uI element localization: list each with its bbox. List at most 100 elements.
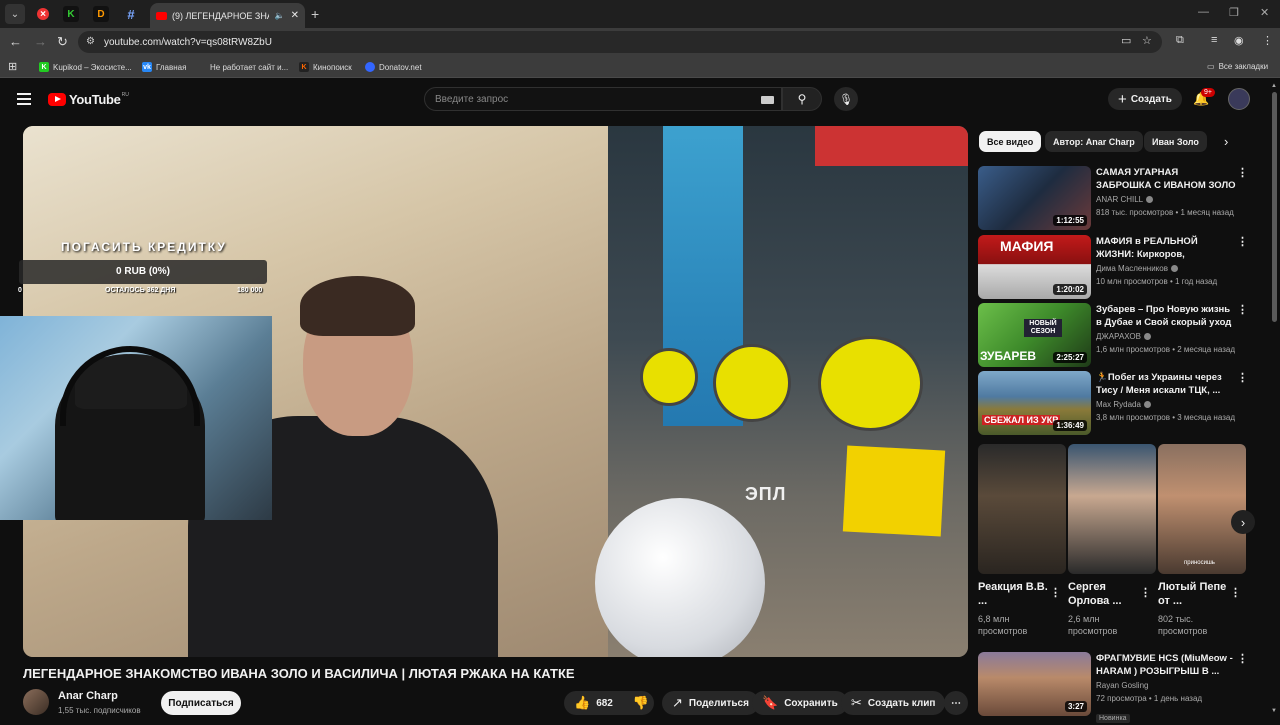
- voice-search-button[interactable]: 🎙: [834, 87, 858, 111]
- recommended-video[interactable]: НОВЫЙ СЕЗОН ЗУБАРЕВ 2:25:27 Зубарев – Пр…: [978, 303, 1268, 369]
- video-frame-yellow-poster: [842, 445, 946, 537]
- verified-icon: [1143, 333, 1151, 341]
- more-options-icon[interactable]: ⋮: [1237, 303, 1248, 316]
- minimize-icon[interactable]: —: [1198, 6, 1209, 18]
- recommended-video[interactable]: 3:27 ФРАГМУВИЕ HCS (MiuMeow - HARAM ) РО…: [978, 652, 1268, 723]
- keyboard-icon[interactable]: [761, 96, 774, 104]
- search-icon: ⚲: [797, 92, 807, 106]
- thumbnail-badge: НОВЫЙ СЕЗОН: [1024, 319, 1062, 337]
- share-button[interactable]: ↗ Поделиться: [662, 691, 759, 715]
- short-title[interactable]: Реакция В.В. ...: [978, 580, 1048, 608]
- bookmark-not-working[interactable]: Не работает сайт и...: [196, 62, 288, 72]
- page-scrollbar[interactable]: [1272, 92, 1277, 322]
- forward-icon[interactable]: →: [34, 34, 47, 49]
- like-icon[interactable]: 👍: [574, 695, 590, 711]
- donation-progress-text: 0 RUB (0%): [116, 266, 170, 277]
- like-count[interactable]: 682: [596, 698, 613, 709]
- progress-remaining-label: ОСТАЛОСЬ 362 ДНЯ: [105, 287, 176, 294]
- new-tab-button[interactable]: +: [311, 6, 319, 22]
- rec-meta: 1,6 млн просмотров • 2 месяца назад: [1096, 345, 1235, 354]
- site-info-icon[interactable]: ⚙: [86, 36, 95, 47]
- all-bookmarks[interactable]: ▭ Все закладки: [1207, 62, 1268, 71]
- account-avatar[interactable]: [1228, 88, 1250, 110]
- scroll-up-arrow[interactable]: ▲: [1271, 83, 1277, 89]
- clip-button[interactable]: ✂ Создать клип: [841, 691, 946, 715]
- more-options-icon[interactable]: ⋮: [1237, 235, 1248, 248]
- apps-icon[interactable]: ⊞: [8, 60, 17, 73]
- more-actions-button[interactable]: ⋯: [944, 691, 968, 715]
- more-options-icon[interactable]: ⋮: [1237, 652, 1248, 665]
- plus-icon: +: [1118, 90, 1127, 108]
- recommended-video[interactable]: МАФИЯ 1:20:02 МАФИЯ в РЕАЛЬНОЙ ЖИЗНИ: Ки…: [978, 235, 1268, 301]
- menu-icon[interactable]: [17, 93, 31, 105]
- youtube-logo[interactable]: YouTube RU: [48, 92, 129, 107]
- youtube-favicon-icon: [156, 11, 167, 20]
- short-title[interactable]: Сергея Орлова ...: [1068, 580, 1138, 608]
- restore-icon[interactable]: ❐: [1229, 6, 1239, 19]
- close-tab-icon[interactable]: ✕: [291, 10, 299, 21]
- subscribe-button[interactable]: Подписаться: [161, 691, 241, 715]
- bookmark-kupikod[interactable]: K Kupikod – Экосисте...: [39, 62, 132, 72]
- bookmark-donatov[interactable]: Donatov.net: [365, 62, 422, 72]
- chip-ivan-zolo[interactable]: Иван Золо: [1144, 131, 1207, 152]
- short-thumbnail[interactable]: [1068, 444, 1156, 574]
- back-icon[interactable]: ←: [9, 34, 22, 49]
- search-input[interactable]: Введите запрос: [424, 87, 782, 111]
- recommended-video[interactable]: 1:12:55 САМАЯ УГАРНАЯ ЗАБРОШКА С ИВАНОМ …: [978, 166, 1268, 232]
- rec-channel: Дима Масленников: [1096, 264, 1178, 273]
- media-icon[interactable]: ≡: [1211, 34, 1217, 46]
- headphones-icon: [60, 346, 200, 426]
- chips-next-icon[interactable]: ›: [1224, 134, 1228, 149]
- rec-title: САМАЯ УГАРНАЯ ЗАБРОШКА С ИВАНОМ ЗОЛО | Б…: [1096, 167, 1236, 191]
- verified-icon: [1143, 401, 1151, 409]
- bookmark-star-icon[interactable]: ☆: [1142, 34, 1152, 47]
- stream-overlay-title: ПОГАСИТЬ КРЕДИТКУ: [61, 240, 227, 254]
- video-thumbnail: НОВЫЙ СЕЗОН ЗУБАРЕВ 2:25:27: [978, 303, 1091, 367]
- bookmark-kinopoisk[interactable]: K Кинопоиск: [299, 62, 352, 72]
- bookmark-vk[interactable]: vk Главная: [142, 62, 186, 72]
- progress-min-label: 0: [18, 287, 22, 294]
- more-options-icon[interactable]: ⋮: [1230, 586, 1241, 599]
- pinned-tab-kupikod[interactable]: K: [63, 6, 79, 22]
- extensions-icon[interactable]: ⧉: [1176, 34, 1184, 47]
- active-tab[interactable]: (9) ЛЕГЕНДАРНОЕ ЗНАКОМ 🔈 ✕: [150, 3, 305, 28]
- bookmarks-bar: ⊞ K Kupikod – Экосисте... vk Главная Не ра…: [0, 56, 1280, 78]
- thumbnail-text: СБЕЖАЛ ИЗ УКР: [982, 415, 1061, 425]
- speaker-icon[interactable]: 🔈: [275, 11, 285, 20]
- more-options-icon[interactable]: ⋮: [1050, 586, 1061, 599]
- pinned-tab-hash[interactable]: #: [123, 6, 139, 22]
- close-window-icon[interactable]: ✕: [1260, 6, 1269, 19]
- channel-name[interactable]: Anar Charp: [58, 690, 118, 702]
- shorts-next-button[interactable]: ›: [1231, 510, 1255, 534]
- url-field[interactable]: youtube.com/watch?v=qs08tRW8ZbU: [78, 31, 1162, 53]
- more-options-icon[interactable]: ⋮: [1140, 586, 1151, 599]
- cast-icon[interactable]: ▭: [1121, 34, 1131, 47]
- dislike-icon[interactable]: 👎: [633, 695, 649, 711]
- save-icon: 🔖: [762, 695, 779, 710]
- reload-icon[interactable]: ↻: [57, 34, 68, 50]
- create-button[interactable]: + Создать: [1108, 88, 1182, 110]
- channel-avatar[interactable]: [23, 689, 49, 715]
- more-options-icon[interactable]: ⋮: [1237, 166, 1248, 179]
- video-thumbnail: 3:27: [978, 652, 1091, 716]
- rec-meta: 72 просмотра • 1 день назад: [1096, 694, 1203, 703]
- tab-search-icon[interactable]: ⌄: [5, 4, 25, 24]
- search-button[interactable]: ⚲: [782, 87, 822, 111]
- progress-max-label: 180 000: [237, 287, 263, 294]
- chip-author[interactable]: Автор: Anar Charp: [1045, 131, 1143, 152]
- more-options-icon[interactable]: ⋮: [1237, 371, 1248, 384]
- scroll-down-arrow[interactable]: ▼: [1271, 708, 1277, 714]
- save-button[interactable]: 🔖 Сохранить: [752, 691, 848, 715]
- short-thumbnail[interactable]: [978, 444, 1066, 574]
- short-title[interactable]: Лютый Пепе от ...: [1158, 580, 1228, 608]
- recommended-video[interactable]: СБЕЖАЛ ИЗ УКР 1:36:49 🏃Побег из Украины …: [978, 371, 1268, 437]
- short-caption: приносишь: [1184, 560, 1215, 566]
- chevron-right-icon: ›: [1240, 514, 1246, 530]
- chip-all-videos[interactable]: Все видео: [979, 131, 1042, 152]
- short-thumbnail[interactable]: приносишь: [1158, 444, 1246, 574]
- pinned-tab-donatov[interactable]: D: [93, 6, 109, 22]
- pinned-tab-red[interactable]: ×: [37, 8, 49, 20]
- browser-menu-icon[interactable]: ⋮: [1262, 34, 1273, 47]
- video-title: ЛЕГЕНДАРНОЕ ЗНАКОМСТВО ИВАНА ЗОЛО И ВАСИ…: [23, 666, 575, 681]
- profile-icon[interactable]: ◉: [1234, 34, 1244, 47]
